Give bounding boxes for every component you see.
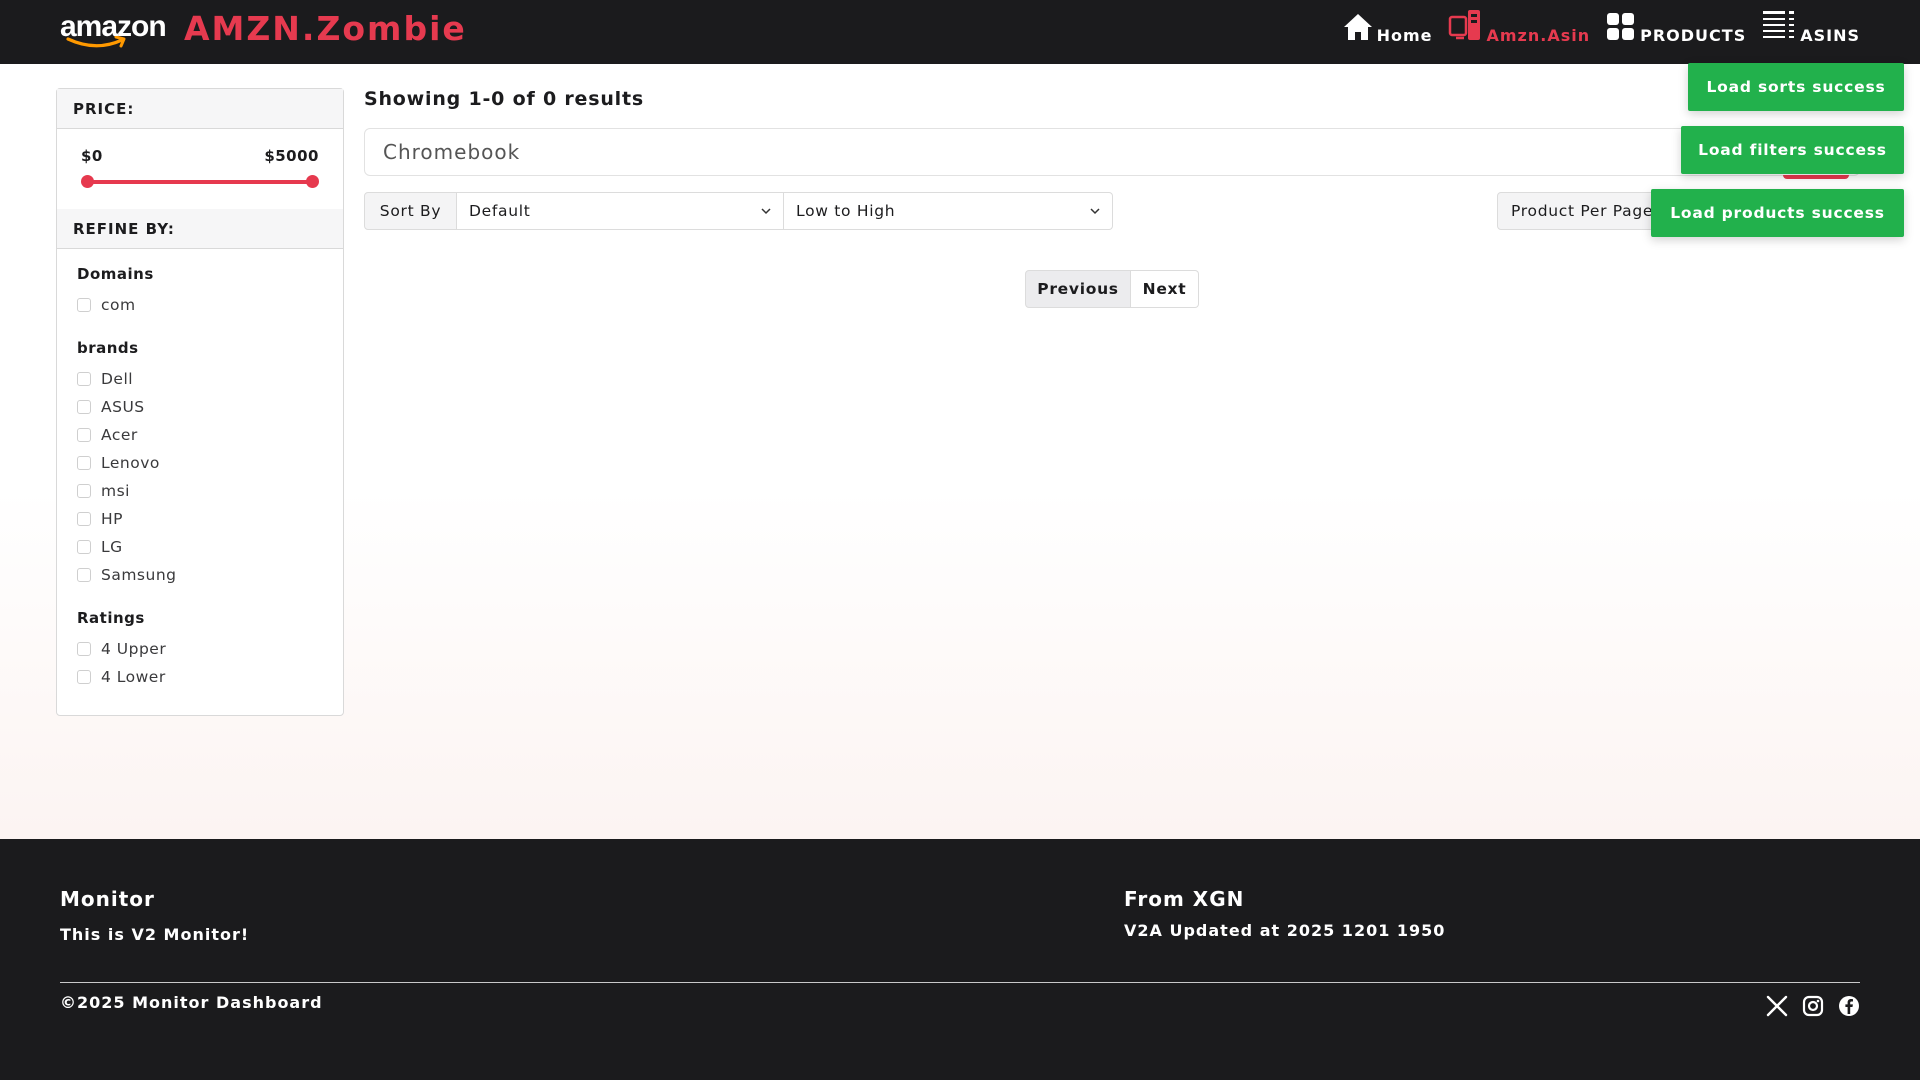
- footer-source-title: From XGN: [1124, 887, 1245, 911]
- nav-asins[interactable]: ASINS: [1762, 11, 1860, 46]
- filter-option-label: Acer: [101, 426, 138, 444]
- nav-home-label: Home: [1376, 26, 1433, 45]
- footer-source: From XGN V2A Updated at 2025 1201 1950: [1124, 887, 1445, 940]
- price-min-label: $0: [81, 147, 103, 165]
- checkbox[interactable]: [77, 298, 91, 312]
- checkbox[interactable]: [77, 456, 91, 470]
- price-slider-min-handle[interactable]: [81, 175, 94, 188]
- filter-sidebar: PRICE: $0 $5000 REFINE BY: Domains com b…: [56, 88, 344, 716]
- chevron-down-icon: [761, 208, 771, 215]
- nav-products[interactable]: PRODUCTS: [1606, 12, 1747, 46]
- search-button[interactable]: [1783, 175, 1849, 179]
- checkbox[interactable]: [77, 642, 91, 656]
- search-input[interactable]: Chromebook: [364, 128, 1860, 179]
- filter-option-label: 4 Upper: [101, 640, 167, 658]
- price-heading: PRICE:: [57, 89, 343, 129]
- nav-amzn-asin[interactable]: Amzn.Asin: [1448, 10, 1591, 46]
- filter-option-dell[interactable]: Dell: [77, 365, 323, 393]
- footer-monitor-text: This is V2 Monitor!: [60, 925, 250, 944]
- filter-option-label: msi: [101, 482, 130, 500]
- nav-home[interactable]: Home: [1343, 14, 1433, 46]
- filter-option-samsung[interactable]: Samsung: [77, 561, 323, 589]
- filter-group-ratings: Ratings 4 Upper 4 Lower: [77, 609, 323, 691]
- x-icon[interactable]: [1766, 995, 1788, 1017]
- top-navbar: amazon AMZN.Zombie Home Amzn.Asin PRODUC…: [0, 0, 1920, 64]
- nav-products-label: PRODUCTS: [1640, 26, 1747, 45]
- price-slider-max-handle[interactable]: [306, 175, 319, 188]
- footer-monitor: Monitor This is V2 Monitor!: [60, 887, 249, 944]
- facebook-icon[interactable]: [1838, 995, 1860, 1017]
- filter-group-title: Domains: [77, 265, 154, 283]
- filter-option-4-upper[interactable]: 4 Upper: [77, 635, 323, 663]
- filter-option-label: HP: [101, 510, 124, 528]
- sort-order-select[interactable]: Low to High: [784, 192, 1113, 230]
- filter-option-label: 4 Lower: [101, 668, 166, 686]
- filter-option-label: ASUS: [101, 398, 145, 416]
- grid-icon: [1606, 12, 1636, 46]
- nav-asins-label: ASINS: [1800, 26, 1860, 45]
- toast-load-filters[interactable]: Load filters success: [1681, 126, 1904, 174]
- filter-group-domains: Domains com: [77, 265, 323, 319]
- footer: Monitor This is V2 Monitor! From XGN V2A…: [0, 839, 1920, 1080]
- sort-field-value: Default: [469, 202, 531, 220]
- sort-by-label: Sort By: [364, 192, 457, 230]
- filter-group-brands: brands Dell ASUS Acer Lenovo msi HP LG S…: [77, 339, 323, 589]
- sort-order-value: Low to High: [796, 202, 896, 220]
- footer-copyright: ©2025 Monitor Dashboard: [60, 993, 323, 1012]
- devices-icon: [1448, 8, 1482, 46]
- filter-option-label: com: [101, 296, 136, 314]
- filter-option-label: LG: [101, 538, 123, 556]
- filter-option-4-lower[interactable]: 4 Lower: [77, 663, 323, 691]
- list-icon: [1762, 10, 1796, 46]
- filter-option-lg[interactable]: LG: [77, 533, 323, 561]
- main-nav: Home Amzn.Asin PRODUCTS ASINS: [1327, 10, 1860, 46]
- brand[interactable]: amazon AMZN.Zombie: [60, 8, 467, 52]
- footer-update-text: V2A Updated at 2025 1201 1950: [1124, 921, 1446, 940]
- price-slider-track[interactable]: [87, 180, 313, 184]
- sort-controls: Sort By Default Low to High: [364, 192, 1113, 230]
- filter-option-asus[interactable]: ASUS: [77, 393, 323, 421]
- search-input-value: Chromebook: [383, 140, 521, 164]
- filter-option-com[interactable]: com: [77, 291, 323, 319]
- filter-option-label: Lenovo: [101, 454, 160, 472]
- filter-option-label: Dell: [101, 370, 134, 388]
- social-links: [1752, 995, 1860, 1017]
- checkbox[interactable]: [77, 512, 91, 526]
- filter-group-title: brands: [77, 339, 139, 357]
- filter-groups: Domains com brands Dell ASUS Acer Lenovo…: [57, 249, 343, 691]
- nav-amzn-asin-label: Amzn.Asin: [1486, 26, 1591, 45]
- chevron-down-icon: [1090, 208, 1100, 215]
- toast-load-products[interactable]: Load products success: [1651, 189, 1904, 237]
- checkbox[interactable]: [77, 670, 91, 684]
- amazon-smile-icon: [66, 36, 126, 48]
- filter-option-lenovo[interactable]: Lenovo: [77, 449, 323, 477]
- refine-heading: REFINE BY:: [57, 209, 343, 249]
- checkbox[interactable]: [77, 540, 91, 554]
- footer-monitor-title: Monitor: [60, 887, 155, 911]
- filter-option-label: Samsung: [101, 566, 177, 584]
- filter-option-acer[interactable]: Acer: [77, 421, 323, 449]
- footer-divider: [60, 982, 1860, 983]
- checkbox[interactable]: [77, 428, 91, 442]
- filter-option-msi[interactable]: msi: [77, 477, 323, 505]
- checkbox[interactable]: [77, 372, 91, 386]
- previous-page-button[interactable]: Previous: [1025, 270, 1131, 308]
- results-count: Showing 1-0 of 0 results: [364, 88, 644, 110]
- amazon-logo: amazon: [60, 8, 168, 52]
- filter-option-hp[interactable]: HP: [77, 505, 323, 533]
- checkbox[interactable]: [77, 400, 91, 414]
- brand-title: AMZN.Zombie: [184, 8, 467, 48]
- toast-load-sorts[interactable]: Load sorts success: [1688, 63, 1904, 111]
- checkbox[interactable]: [77, 484, 91, 498]
- filter-group-title: Ratings: [77, 609, 145, 627]
- sort-field-select[interactable]: Default: [457, 192, 784, 230]
- checkbox[interactable]: [77, 568, 91, 582]
- pagination: Previous Next: [1025, 270, 1199, 308]
- price-max-label: $5000: [264, 147, 319, 165]
- instagram-icon[interactable]: [1802, 995, 1824, 1017]
- price-range: $0 $5000: [57, 129, 343, 209]
- home-icon: [1343, 12, 1373, 46]
- next-page-button[interactable]: Next: [1131, 270, 1199, 308]
